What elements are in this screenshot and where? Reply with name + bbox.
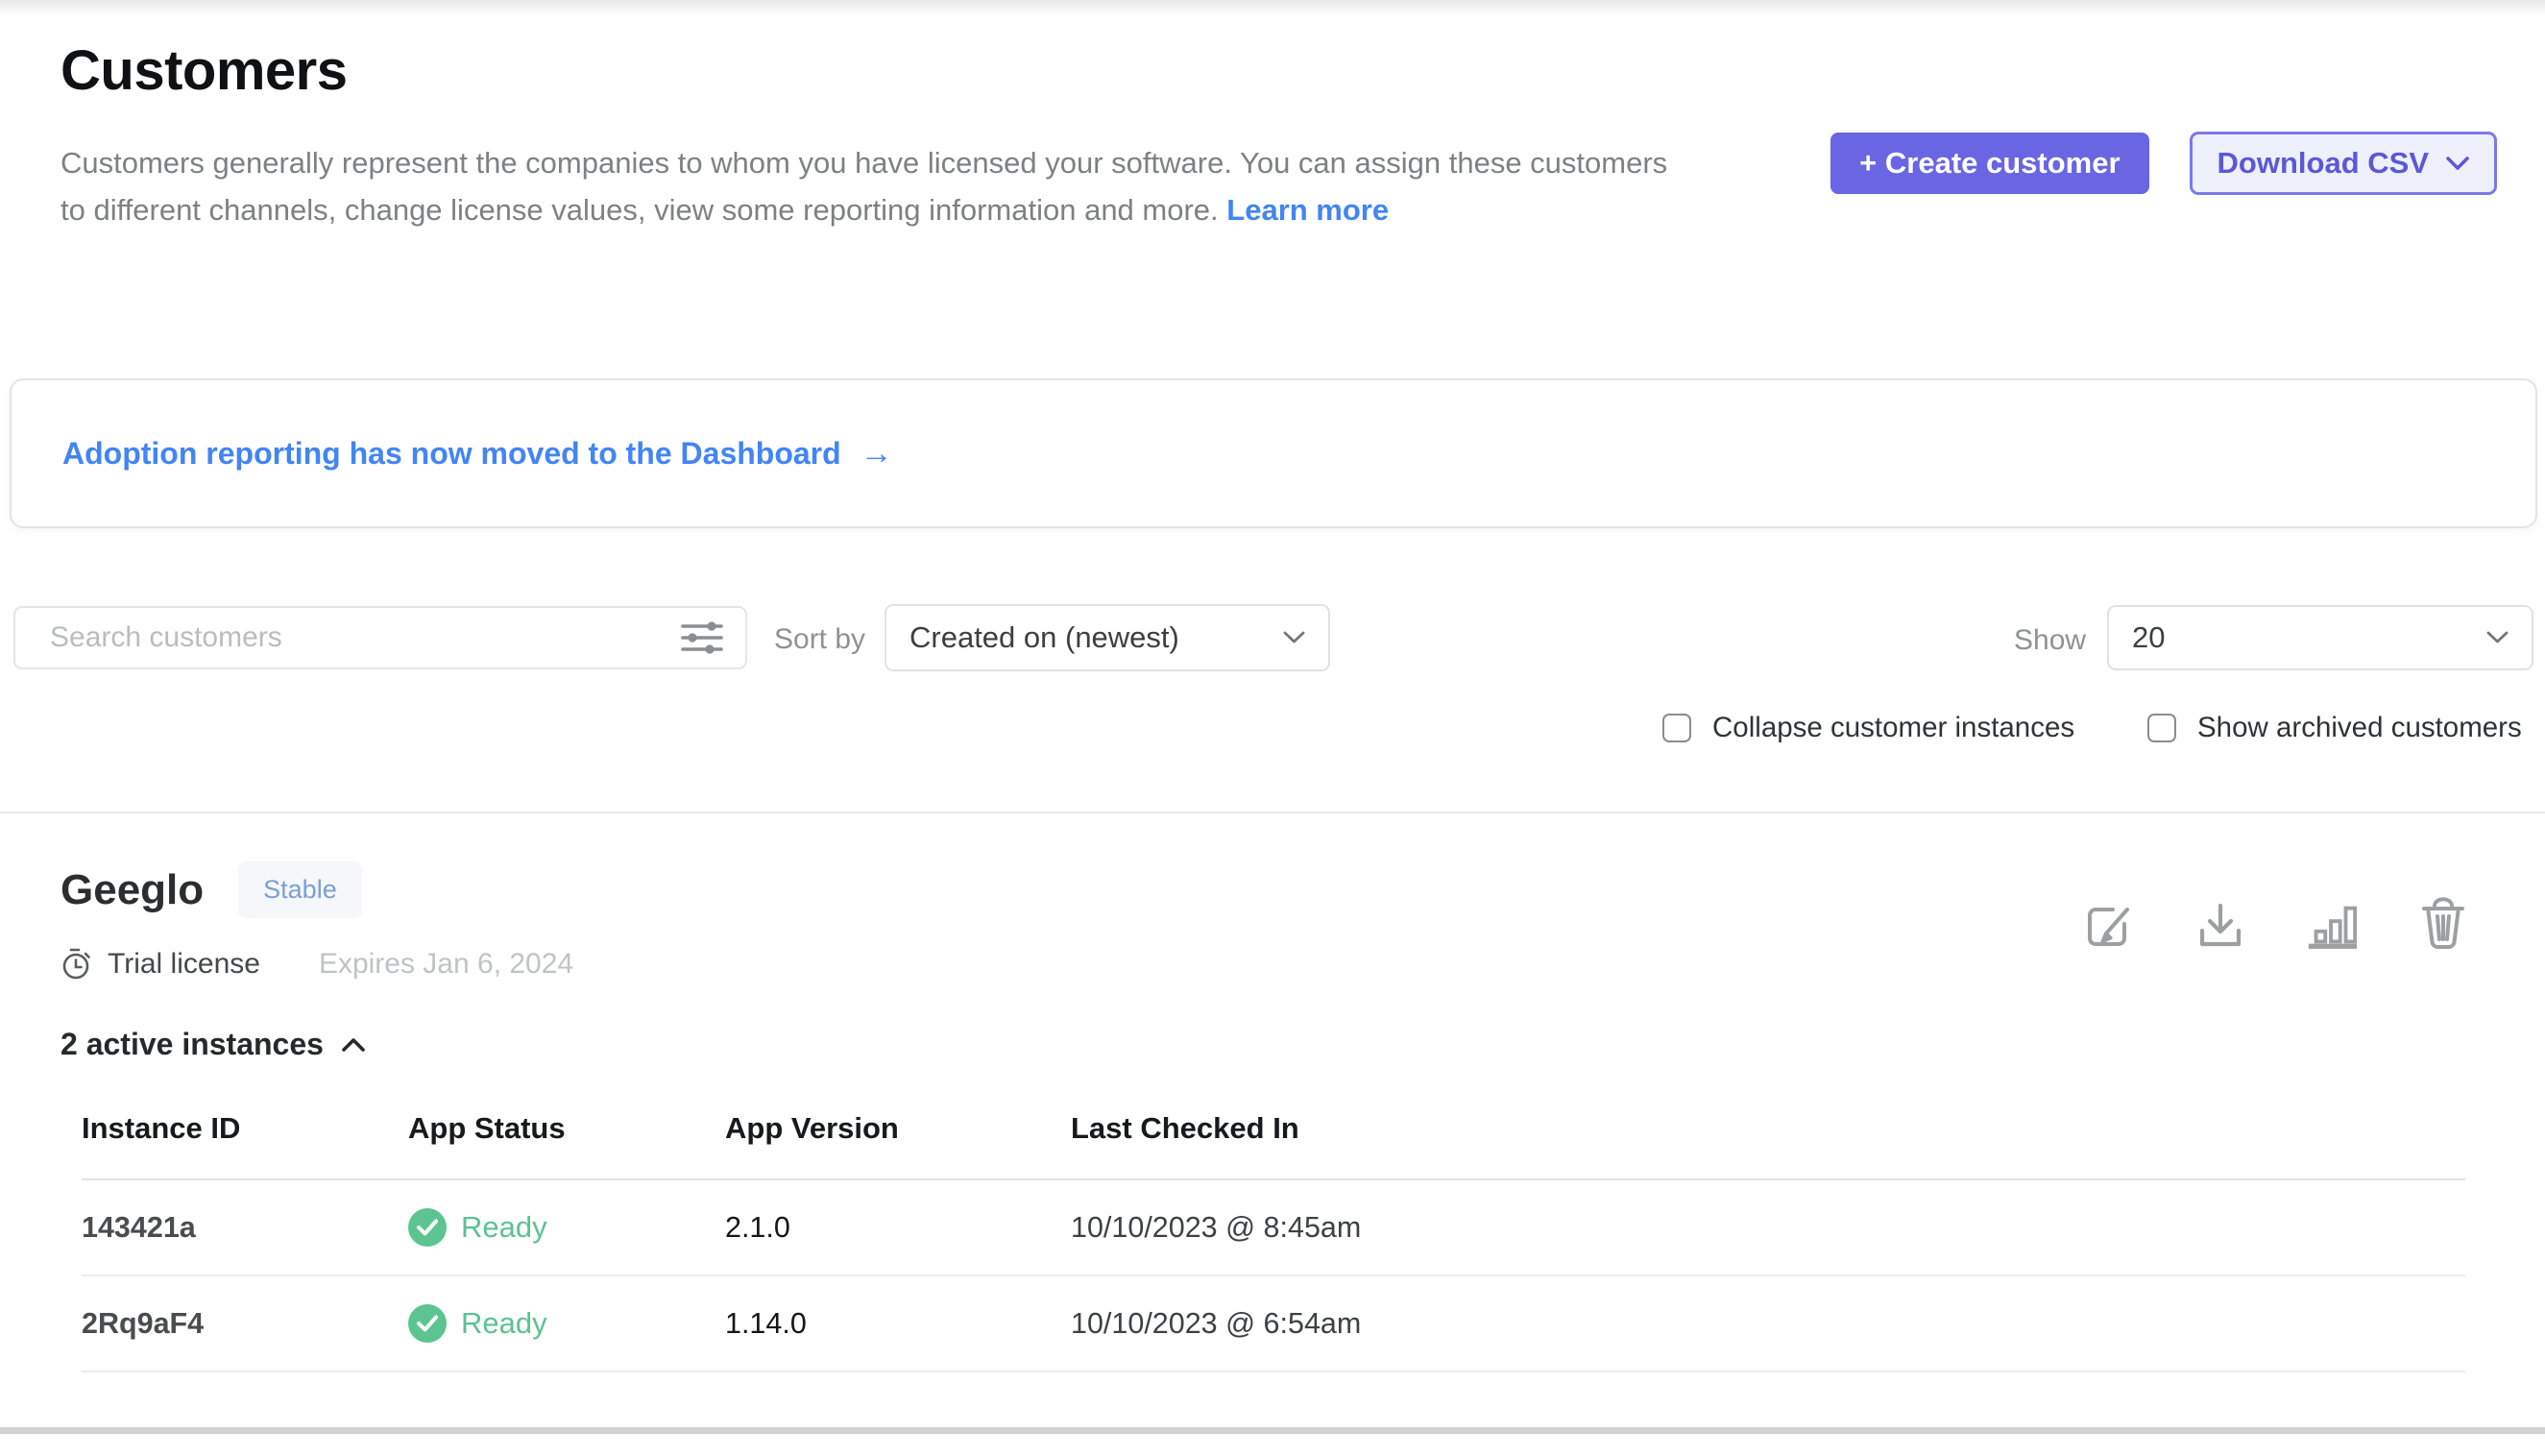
show-select-value: 20: [2132, 620, 2165, 655]
banner-text: Adoption reporting has now moved to the …: [62, 436, 841, 472]
active-instances-label: 2 active instances: [61, 1027, 324, 1062]
search-customers-box: [13, 606, 747, 669]
stopwatch-icon: [61, 947, 93, 982]
app-status-cell: Ready: [408, 1208, 725, 1247]
last-checked-in-cell: 10/10/2023 @ 8:45am: [1071, 1211, 2465, 1245]
download-csv-label: Download CSV: [2218, 146, 2429, 181]
learn-more-link[interactable]: Learn more: [1226, 193, 1389, 227]
chevron-down-icon: [2486, 631, 2509, 644]
filter-sliders-icon[interactable]: [680, 617, 724, 659]
show-archived-checkbox[interactable]: [2147, 714, 2176, 742]
sort-select[interactable]: Created on (newest): [885, 604, 1330, 671]
show-label: Show: [2014, 624, 2086, 657]
customer-name[interactable]: Geeglo: [61, 866, 204, 914]
app-status-cell: Ready: [408, 1304, 725, 1343]
col-header-last-checked-in: Last Checked In: [1071, 1111, 2465, 1146]
chevron-down-icon: [2446, 157, 2469, 171]
section-divider: [0, 812, 2545, 813]
top-shadow: [0, 0, 2545, 15]
delete-customer-icon[interactable]: [2415, 897, 2471, 953]
ready-check-icon: [408, 1208, 447, 1247]
chevron-up-icon: [341, 1037, 366, 1053]
instances-table: Instance ID App Status App Version Last …: [82, 1111, 2465, 1372]
show-select[interactable]: 20: [2107, 605, 2533, 670]
app-status-label: Ready: [461, 1210, 547, 1245]
edit-customer-icon[interactable]: [2081, 897, 2137, 953]
customer-actions: [2081, 897, 2471, 953]
app-version-cell: 1.14.0: [725, 1307, 1071, 1341]
app-status-label: Ready: [461, 1306, 547, 1341]
download-csv-button[interactable]: Download CSV: [2190, 132, 2497, 195]
chevron-down-icon: [1283, 631, 1305, 644]
show-archived-label[interactable]: Show archived customers: [2197, 712, 2522, 744]
bar-chart-icon[interactable]: [2304, 897, 2360, 953]
customers-page: Customers Customers generally represent …: [0, 0, 2545, 1456]
download-customer-icon[interactable]: [2193, 897, 2248, 953]
adoption-reporting-banner[interactable]: Adoption reporting has now moved to the …: [10, 378, 2537, 528]
customer-header: Geeglo Stable: [61, 861, 362, 918]
create-customer-button[interactable]: + Create customer: [1830, 133, 2148, 194]
collapse-instances-checkbox[interactable]: [1662, 714, 1691, 742]
col-header-instance-id: Instance ID: [82, 1111, 408, 1146]
table-row[interactable]: 143421a Ready 2.1.0 10/10/2023 @ 8:45am: [82, 1180, 2465, 1276]
show-archived-checkbox-group: Show archived customers: [2147, 712, 2522, 744]
instance-id-cell: 143421a: [82, 1211, 408, 1245]
instances-table-header: Instance ID App Status App Version Last …: [82, 1111, 2465, 1180]
channel-badge: Stable: [238, 861, 362, 918]
app-version-cell: 2.1.0: [725, 1211, 1071, 1245]
active-instances-toggle[interactable]: 2 active instances: [61, 1027, 366, 1062]
table-row[interactable]: 2Rq9aF4 Ready 1.14.0 10/10/2023 @ 6:54am: [82, 1276, 2465, 1372]
license-type: Trial license: [108, 948, 260, 981]
header-actions: + Create customer Download CSV: [1830, 132, 2497, 195]
last-checked-in-cell: 10/10/2023 @ 6:54am: [1071, 1307, 2465, 1341]
page-header: Customers Customers generally represent …: [61, 38, 1732, 233]
bottom-divider: [0, 1427, 2545, 1434]
page-description-text: Customers generally represent the compan…: [61, 146, 1667, 227]
instance-id-cell: 2Rq9aF4: [82, 1307, 408, 1341]
sort-select-value: Created on (newest): [909, 620, 1179, 655]
collapse-instances-checkbox-group: Collapse customer instances: [1662, 712, 2074, 744]
arrow-right-icon: →: [860, 435, 893, 473]
page-title: Customers: [61, 38, 1732, 103]
page-description: Customers generally represent the compan…: [61, 139, 1693, 233]
ready-check-icon: [408, 1304, 447, 1343]
license-expiry: Expires Jan 6, 2024: [319, 948, 573, 981]
search-input[interactable]: [50, 621, 680, 654]
col-header-app-status: App Status: [408, 1111, 725, 1146]
license-row: Trial license Expires Jan 6, 2024: [61, 947, 573, 982]
sort-by-label: Sort by: [774, 623, 865, 656]
banner-link[interactable]: Adoption reporting has now moved to the …: [62, 435, 893, 473]
col-header-app-version: App Version: [725, 1111, 1071, 1146]
collapse-instances-label[interactable]: Collapse customer instances: [1712, 712, 2074, 744]
